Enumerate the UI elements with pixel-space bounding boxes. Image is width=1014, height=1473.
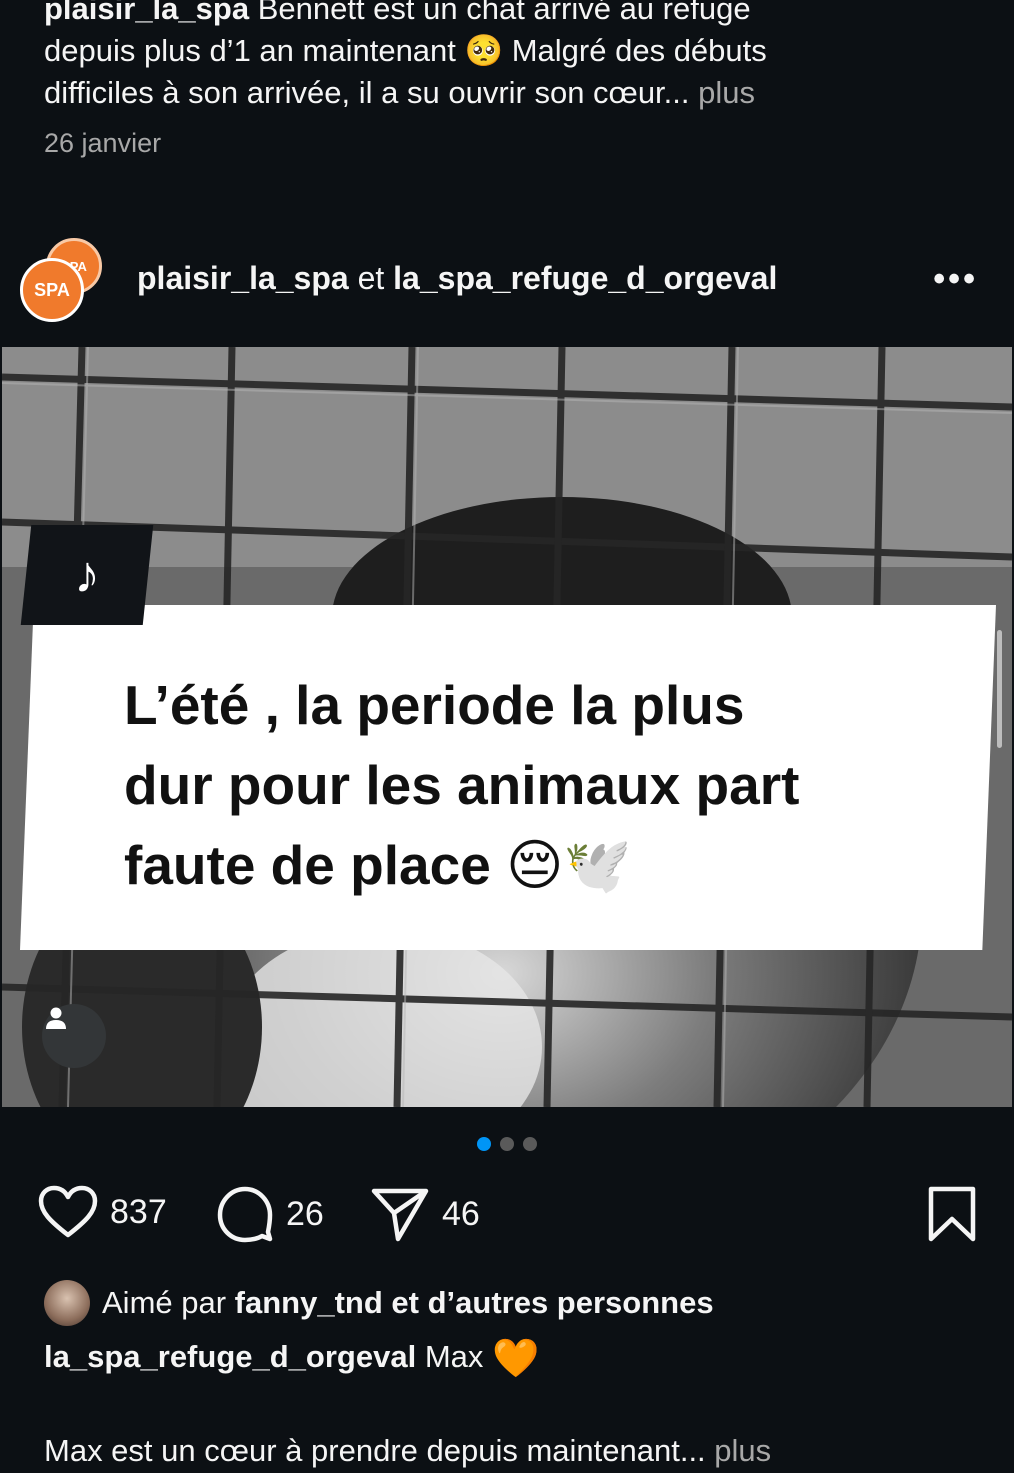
- post-caption-continued[interactable]: Max est un cœur à prendre depuis mainten…: [44, 1430, 771, 1472]
- post-header: SPA SPA plaisir_la_spa et la_spa_refuge_…: [0, 232, 1014, 332]
- collab-avatars[interactable]: SPA SPA: [20, 236, 106, 326]
- liked-by-prefix: Aimé par: [102, 1285, 227, 1320]
- like-button[interactable]: 837: [38, 1185, 167, 1239]
- avatar[interactable]: [44, 1280, 90, 1326]
- post-actions: 837 26 46: [38, 1185, 978, 1249]
- instagram-feed: plaisir_la_spa Bennett est un chat arriv…: [0, 0, 1014, 1473]
- previous-post-date: 26 janvier: [44, 128, 162, 158]
- carousel-indicator: [0, 1137, 1014, 1151]
- previous-post-username[interactable]: plaisir_la_spa: [44, 0, 249, 26]
- save-button[interactable]: [926, 1185, 978, 1243]
- caption-line2: Max est un cœur à prendre depuis mainten…: [44, 1433, 715, 1468]
- heart-icon: [38, 1185, 98, 1238]
- overlay-text-line3: faute de place 😔🕊️: [124, 834, 632, 896]
- send-icon: [371, 1188, 429, 1242]
- caption-username[interactable]: la_spa_refuge_d_orgeval: [44, 1339, 416, 1374]
- post-authors: plaisir_la_spa et la_spa_refuge_d_orgeva…: [137, 260, 777, 297]
- share-button[interactable]: 46: [370, 1185, 480, 1243]
- avatar-front-text: SPA: [34, 279, 70, 300]
- caption-text: Max: [424, 1339, 484, 1374]
- more-dots-icon[interactable]: •••: [933, 260, 978, 299]
- avatar-front: SPA: [20, 258, 84, 322]
- share-count[interactable]: 46: [442, 1195, 480, 1234]
- previous-post-caption-line1: Bennett est un chat arrivé au refuge: [249, 0, 751, 26]
- previous-post-caption[interactable]: plaisir_la_spa Bennett est un chat arriv…: [44, 0, 984, 114]
- carousel-dot: [523, 1137, 537, 1151]
- comment-button[interactable]: 26: [216, 1185, 324, 1243]
- user-tag-icon[interactable]: [42, 1004, 106, 1068]
- author-username-1[interactable]: plaisir_la_spa: [137, 260, 349, 296]
- caption-more-link[interactable]: plus: [714, 1433, 771, 1468]
- tiktok-icon: ♪: [20, 525, 154, 625]
- like-count[interactable]: 837: [110, 1193, 167, 1232]
- carousel-dot-active: [477, 1137, 491, 1151]
- liked-by-username[interactable]: fanny_tnd: [235, 1285, 383, 1320]
- previous-post-more-link[interactable]: plus: [698, 75, 755, 110]
- overlay-text-line2: dur pour les animaux part: [124, 754, 800, 816]
- overlay-text: L’été , la periode la plus dur pour les …: [124, 665, 944, 905]
- bookmark-icon: [928, 1186, 976, 1242]
- liked-by-others[interactable]: et d’autres personnes: [391, 1285, 713, 1320]
- orange-heart-icon: 🧡: [492, 1338, 540, 1380]
- author-username-2[interactable]: la_spa_refuge_d_orgeval: [393, 260, 777, 296]
- comment-icon: [217, 1186, 273, 1243]
- previous-post-caption-line2: depuis plus d’1 an maintenant 🥺 Malgré d…: [44, 33, 767, 68]
- comment-count[interactable]: 26: [286, 1195, 324, 1234]
- media-scroll-thumb: [997, 630, 1002, 748]
- post-media[interactable]: ♪ L’été , la periode la plus dur pour le…: [2, 347, 1012, 1107]
- previous-post-caption-line3: difficiles à son arrivée, il a su ouvrir…: [44, 75, 699, 110]
- liked-by[interactable]: Aimé par fanny_tnd et d’autres personnes: [44, 1280, 714, 1326]
- author-joiner: et: [357, 260, 385, 296]
- post-caption: la_spa_refuge_d_orgeval Max 🧡: [44, 1336, 539, 1380]
- overlay-text-line1: L’été , la periode la plus: [124, 674, 745, 736]
- carousel-dot: [500, 1137, 514, 1151]
